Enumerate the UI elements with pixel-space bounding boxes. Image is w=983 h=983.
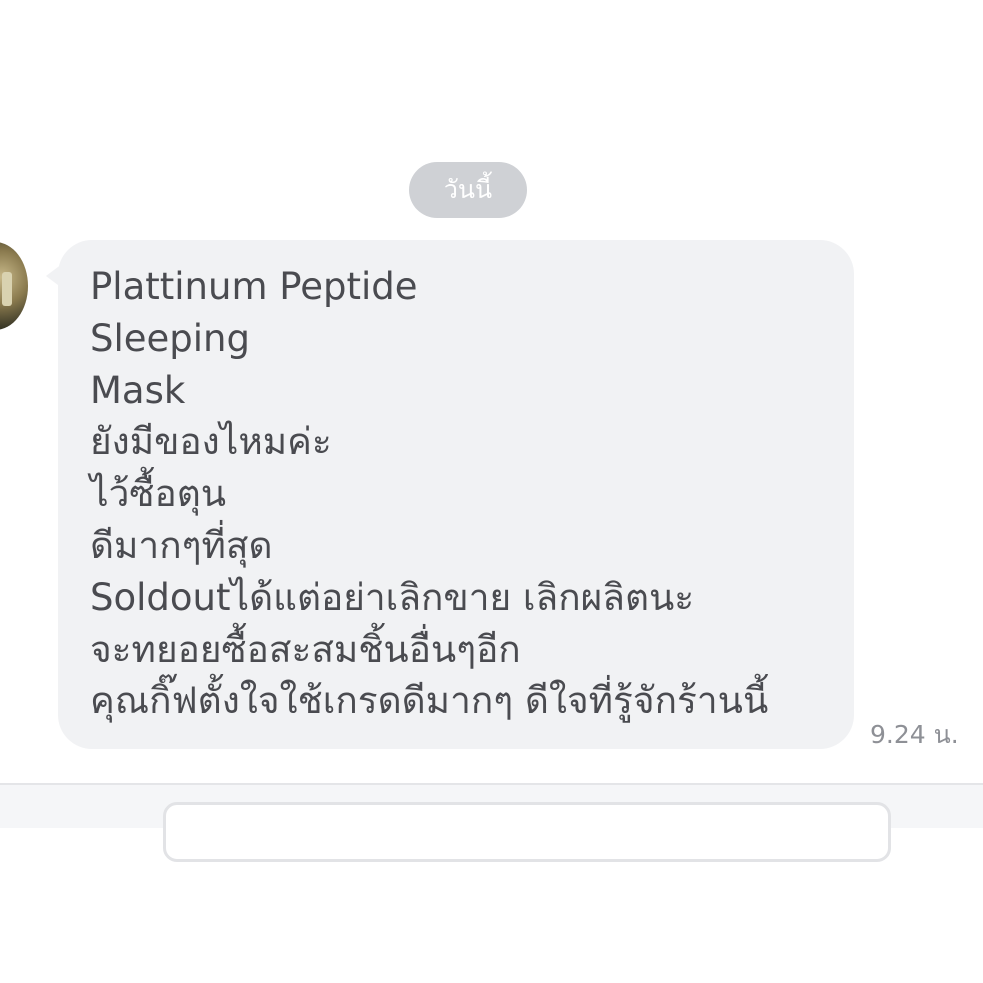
message-line: คุณกิ๊ฟตั้งใจใช้เกรดดีมากๆ ดีใจที่รู้จัก…	[90, 679, 769, 723]
message-line: จะทยอยซื้อสะสมชิ้นอื่นๆอีก	[90, 627, 521, 671]
message-line: Sleeping	[90, 316, 250, 360]
avatar-detail	[2, 272, 12, 306]
message-timestamp: 9.24 น.	[870, 720, 959, 749]
message-input[interactable]	[163, 802, 891, 862]
message-line: ยังมีของไหมค่ะ	[90, 420, 332, 464]
message-text: Plattinum Peptide Sleeping Mask ยังมีของ…	[90, 261, 768, 727]
message-line: Mask	[90, 368, 186, 412]
message-line: ไว้ซื้อตุน	[90, 472, 227, 516]
message-line: Soldoutได้แต่อย่าเลิกขาย เลิกผลิตนะ	[90, 575, 695, 619]
message-line: ดีมากๆที่สุด	[90, 523, 273, 567]
message-line: Plattinum Peptide	[90, 265, 418, 308]
date-separator: วันนี้	[409, 162, 527, 218]
